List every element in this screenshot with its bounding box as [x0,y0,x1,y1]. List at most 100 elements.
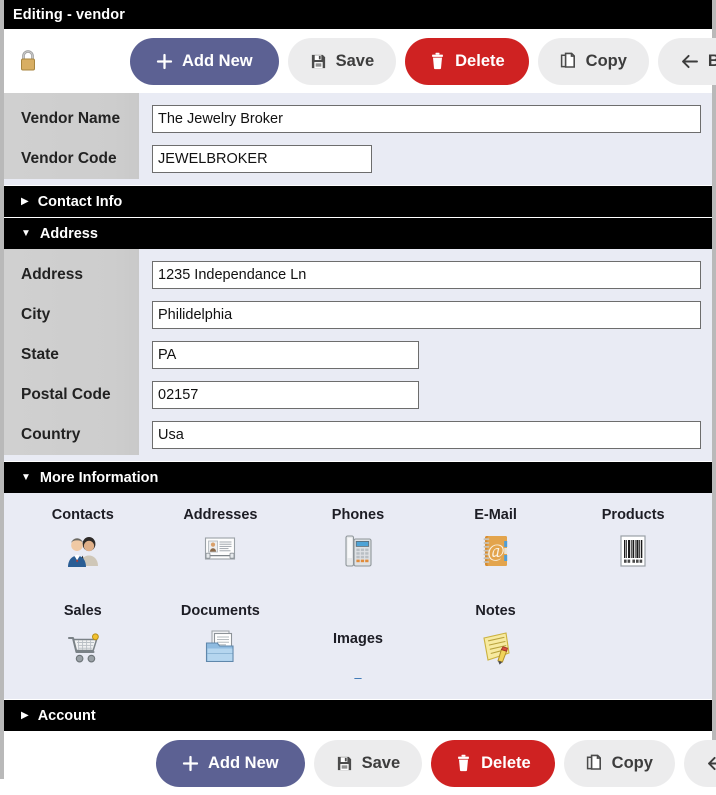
state-input[interactable] [152,341,419,369]
state-label: State [21,346,59,363]
floppy-disk-icon [336,755,353,772]
tile-documents[interactable]: Documents [152,603,290,689]
section-title-more-information: More Information [39,469,159,486]
two-people-icon [62,530,104,572]
tile-products[interactable]: Products [564,507,702,593]
tile-label-products: Products [601,507,665,523]
section-title-account: Account [37,707,96,724]
city-input[interactable] [152,301,701,329]
tile-label-documents: Documents [180,603,260,619]
section-header-address[interactable]: ▼ Address [4,218,712,249]
vendor-code-label: Vendor Code [21,150,117,167]
address-label-column: Address City State Postal Code Country [4,249,139,455]
tile-label-images: Images [332,631,383,647]
vendor-name-input[interactable] [152,105,701,133]
section-title-contact-info: Contact Info [37,193,123,210]
state-row [152,335,701,375]
tile-label-phones: Phones [331,507,385,523]
vendor-code-input[interactable] [152,145,372,173]
copy-label: Copy [585,51,627,70]
triangle-right-icon: ▶ [21,709,29,721]
section-header-account[interactable]: ▶ Account [4,700,712,731]
arrow-left-icon [706,755,716,772]
address-input[interactable] [152,261,701,289]
more-info-row-2: Sales Documents Images – Notes [14,603,702,689]
city-row [152,295,701,335]
tile-phones[interactable]: Phones [289,507,427,593]
address-label: Address [21,266,84,283]
more-info-row-spacer [14,593,702,603]
save-label: Save [335,51,375,70]
back-button-bottom[interactable]: Back [683,739,716,787]
delete-button[interactable]: Delete [405,37,529,85]
country-input[interactable] [152,421,701,449]
tile-images[interactable]: Images – [289,603,427,689]
tile-label-notes: Notes [475,603,516,619]
add-new-label: Add New [182,51,253,70]
save-button[interactable]: Save [287,37,397,85]
identity-label-column: Vendor Name Vendor Code [4,93,139,179]
padlock-icon [18,49,38,73]
delete-label: Delete [455,51,505,70]
copy-label-bottom: Copy [611,753,653,772]
copy-button-bottom[interactable]: Copy [563,739,675,787]
city-label: City [21,306,51,323]
arrow-left-icon [680,53,699,70]
window-title-bar: Editing - vendor [4,0,712,29]
triangle-right-icon: ▶ [21,195,29,207]
window-title: Editing - vendor [13,6,125,23]
more-information-panel: Contacts Addresses Phones E-Mail @ Produ… [4,493,712,699]
identity-field-block: Vendor Name Vendor Code [4,93,712,185]
tile-notes[interactable]: Notes [427,603,565,689]
tile-label-addresses: Addresses [183,507,258,523]
postal-code-row [152,375,701,415]
triangle-down-icon: ▼ [21,227,31,239]
more-info-row-1: Contacts Addresses Phones E-Mail @ Produ… [14,507,702,593]
section-header-contact-info[interactable]: ▶ Contact Info [4,186,712,217]
delete-button-bottom[interactable]: Delete [431,739,555,787]
tile-label-sales: Sales [63,603,102,619]
vendor-code-row [152,139,701,179]
vendor-name-row [152,99,701,139]
save-label-bottom: Save [361,753,401,772]
country-label: Country [21,426,81,443]
shopping-cart-icon [62,626,104,668]
add-new-button[interactable]: Add New [130,37,279,85]
plus-icon [156,53,173,70]
trash-icon [429,52,446,70]
tile-contacts[interactable]: Contacts [14,507,152,593]
broken-image-icon: – [354,670,362,685]
desk-phone-icon [337,530,379,572]
postal-code-label: Postal Code [21,386,111,403]
folder-documents-icon [199,626,241,668]
copy-button[interactable]: Copy [537,37,649,85]
country-row [152,415,701,455]
notepad-pencil-icon [475,626,517,668]
barcode-icon [612,530,654,572]
add-new-button-bottom[interactable]: Add New [156,739,305,787]
svg-text:@: @ [487,541,505,562]
address-row [152,255,701,295]
back-label: Back [707,51,716,70]
address-field-block: Address City State Postal Code Country [4,249,712,461]
plus-icon [182,755,199,772]
tile-sales[interactable]: Sales [14,603,152,689]
address-book-at-icon: @ [475,530,517,572]
save-button-bottom[interactable]: Save [313,739,423,787]
triangle-down-icon: ▼ [21,471,31,483]
back-button[interactable]: Back [657,37,716,85]
section-header-more-information[interactable]: ▼ More Information [4,462,712,493]
id-card-icon [199,530,241,572]
trash-icon [455,754,472,772]
identity-value-column [139,93,712,179]
tile-addresses[interactable]: Addresses [152,507,290,593]
bottom-toolbar: Add New Save Delete Copy [4,731,716,795]
copy-pages-icon [560,52,577,70]
section-title-address: Address [39,225,98,242]
tile-empty-slot [564,603,702,689]
top-toolbar: Add New Save Delete Copy B [4,29,716,93]
vendor-name-label: Vendor Name [21,110,121,127]
postal-code-input[interactable] [152,381,419,409]
floppy-disk-icon [310,53,327,70]
tile-email[interactable]: E-Mail @ [427,507,565,593]
